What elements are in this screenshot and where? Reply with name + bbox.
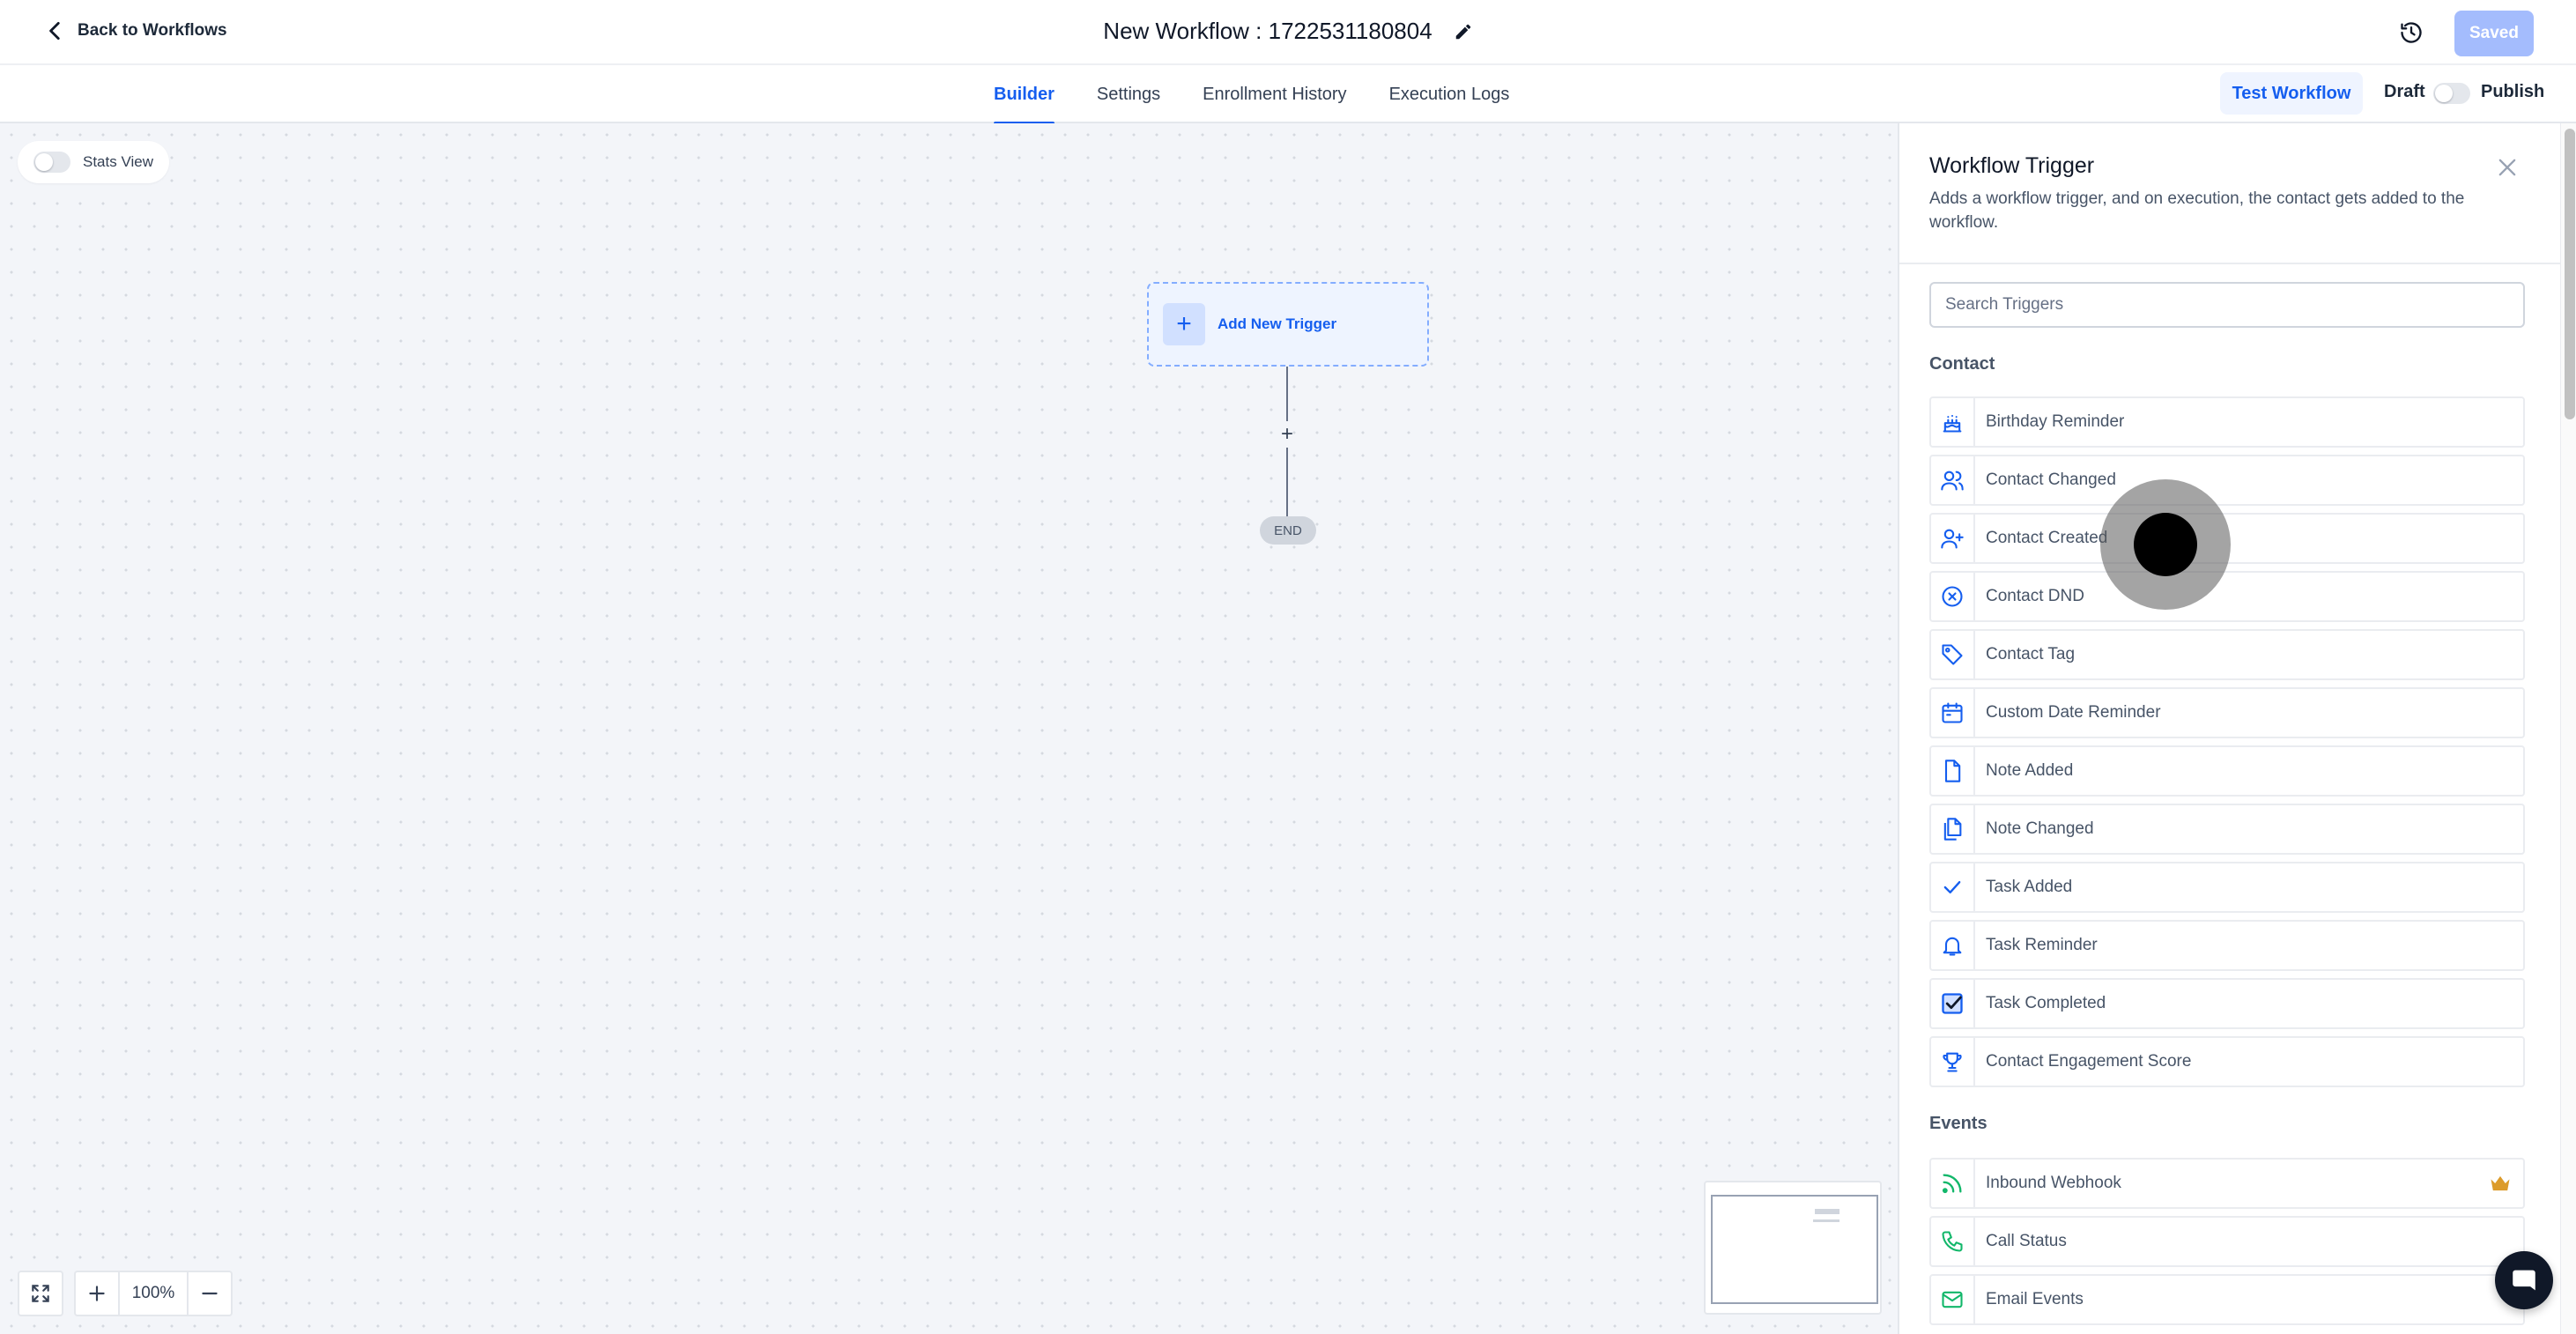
zoom-controls: 100% [18, 1271, 233, 1316]
minimap[interactable] [1704, 1181, 1882, 1315]
back-label: Back to Workflows [78, 21, 227, 40]
trigger-contact-created[interactable]: Contact Created [1929, 513, 2525, 564]
trigger-contact-engagement-score[interactable]: Contact Engagement Score [1929, 1036, 2525, 1087]
trigger-note-changed[interactable]: Note Changed [1929, 804, 2525, 855]
chat-widget-button[interactable] [2495, 1251, 2553, 1309]
users-icon [1941, 471, 1964, 491]
panel-title: Workflow Trigger [1929, 153, 2095, 178]
mail-icon [1942, 1291, 1963, 1308]
stats-view-control: Stats View [18, 141, 170, 183]
cake-icon [1943, 414, 1962, 433]
workflow-title: New Workflow : 1722531180804 [1103, 18, 1432, 44]
close-icon [2498, 159, 2516, 176]
calendar-icon [1942, 702, 1963, 723]
trigger-contact-changed[interactable]: Contact Changed [1929, 455, 2525, 506]
add-trigger-label: Add New Trigger [1218, 315, 1337, 332]
workflow-tabs: Builder Settings Enrollment History Exec… [994, 65, 1510, 125]
saved-button[interactable]: Saved [2454, 11, 2534, 56]
section-contact: Contact [1929, 354, 1995, 374]
test-workflow-button[interactable]: Test Workflow [2220, 72, 2363, 115]
add-new-trigger-node[interactable]: + Add New Trigger [1147, 282, 1429, 367]
close-panel-button[interactable] [2495, 155, 2520, 180]
plus-icon: + [1163, 303, 1205, 345]
publish-toggle[interactable] [2433, 83, 2470, 104]
trigger-contact-tag[interactable]: Contact Tag [1929, 629, 2525, 680]
tab-row: Builder Settings Enrollment History Exec… [0, 65, 2576, 125]
rss-icon [1942, 1174, 1962, 1194]
x-circle-icon [1942, 586, 1963, 607]
panel-divider [1899, 263, 2560, 264]
scrollbar-thumb[interactable] [2565, 129, 2575, 419]
trophy-icon [1943, 1052, 1962, 1072]
top-bar: Back to Workflows New Workflow : 1722531… [0, 0, 2576, 65]
stats-view-label: Stats View [83, 153, 154, 170]
panel-description: Adds a workflow trigger, and on executio… [1929, 189, 2465, 232]
bell-icon [1943, 937, 1962, 956]
tab-execution-logs[interactable]: Execution Logs [1389, 65, 1510, 123]
workflow-title-bar: New Workflow : 1722531180804 [0, 18, 2576, 45]
chevron-left-icon [49, 21, 60, 41]
trigger-contact-dnd[interactable]: Contact DND [1929, 571, 2525, 622]
tab-builder[interactable]: Builder [994, 65, 1055, 125]
search-triggers-input[interactable] [1929, 282, 2525, 328]
pencil-icon[interactable] [1454, 22, 1473, 41]
draft-label: Draft [2384, 82, 2425, 101]
zoom-in-button[interactable] [74, 1271, 120, 1316]
version-history-button[interactable] [2396, 18, 2426, 48]
trigger-inbound-webhook[interactable]: Inbound Webhook [1929, 1158, 2525, 1209]
zoom-level: 100% [120, 1271, 187, 1316]
trigger-call-status[interactable]: Call Status [1929, 1216, 2525, 1267]
fit-view-button[interactable] [18, 1271, 63, 1316]
section-events: Events [1929, 1114, 1988, 1133]
stats-view-toggle[interactable] [33, 152, 70, 173]
workflow-canvas[interactable]: Stats View + Add New Trigger + END 100% [0, 123, 1898, 1334]
history-icon [2401, 22, 2422, 43]
add-step-button[interactable]: + [1274, 421, 1300, 448]
trigger-birthday-reminder[interactable]: Birthday Reminder [1929, 396, 2525, 448]
phone-icon [1942, 1231, 1963, 1252]
back-to-workflows-link[interactable]: Back to Workflows [44, 19, 227, 42]
plus-icon [89, 1286, 105, 1301]
contact-trigger-list: Birthday Reminder Contact Changed Contac… [1929, 396, 2525, 1094]
trigger-note-added[interactable]: Note Added [1929, 745, 2525, 797]
file-icon [1944, 760, 1961, 782]
user-plus-icon [1941, 529, 1964, 549]
trigger-task-added[interactable]: Task Added [1929, 862, 2525, 913]
publish-label: Publish [2481, 82, 2545, 101]
trigger-custom-date-reminder[interactable]: Custom Date Reminder [1929, 687, 2525, 738]
trigger-email-events[interactable]: Email Events [1929, 1274, 2525, 1325]
minimap-node [1813, 1219, 1839, 1222]
tab-settings[interactable]: Settings [1097, 65, 1160, 123]
tab-enrollment-history[interactable]: Enrollment History [1203, 65, 1346, 123]
minimap-node [1815, 1209, 1839, 1214]
expand-icon [32, 1285, 49, 1302]
minus-icon [202, 1292, 218, 1295]
end-node: END [1260, 516, 1316, 545]
workflow-trigger-panel: Workflow Trigger Adds a workflow trigger… [1898, 123, 2576, 1334]
minimap-viewport[interactable] [1711, 1195, 1878, 1304]
check-icon [1943, 881, 1961, 893]
panel-scrollbar[interactable] [2560, 123, 2576, 1334]
tag-icon [1942, 644, 1963, 665]
connector-line [1286, 367, 1288, 421]
trigger-task-completed[interactable]: Task Completed [1929, 978, 2525, 1029]
check-square-icon [1942, 993, 1963, 1014]
zoom-out-button[interactable] [187, 1271, 233, 1316]
events-trigger-list: Inbound Webhook Call Status Email Events [1929, 1158, 2525, 1332]
trigger-task-reminder[interactable]: Task Reminder [1929, 920, 2525, 971]
files-icon [1943, 818, 1962, 841]
crown-icon [2491, 1175, 2510, 1191]
connector-line [1286, 448, 1288, 516]
chat-icon [2513, 1270, 2535, 1291]
